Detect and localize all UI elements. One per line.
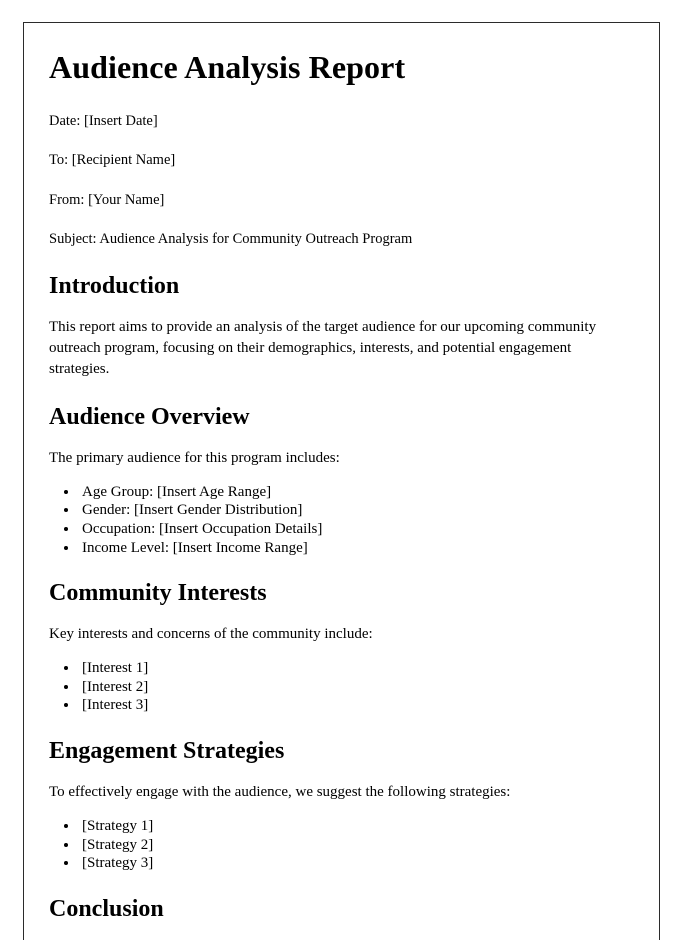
list-item: Income Level: [Insert Income Range] — [79, 539, 634, 558]
list-item: [Strategy 3] — [79, 854, 634, 873]
list-item: [Interest 1] — [79, 659, 634, 678]
bullet-list-community-interests: [Interest 1] [Interest 2] [Interest 3] — [49, 659, 634, 715]
list-item: Age Group: [Insert Age Range] — [79, 483, 634, 502]
metadata-to: To: [Recipient Name] — [49, 152, 176, 169]
list-item: [Interest 3] — [79, 696, 634, 715]
section-heading-engagement-strategies: Engagement Strategies — [49, 738, 285, 765]
section-heading-community-interests: Community Interests — [49, 580, 267, 607]
section-heading-audience-overview: Audience Overview — [49, 403, 250, 430]
section-audience-overview: Audience Overview The primary audience f… — [49, 403, 634, 557]
metadata-date: Date: [Insert Date] — [49, 112, 158, 129]
section-heading-conclusion: Conclusion — [49, 895, 164, 922]
page-title: Audience Analysis Report — [49, 49, 406, 85]
list-item: Gender: [Insert Gender Distribution] — [79, 501, 634, 520]
section-conclusion: Conclusion — [49, 895, 634, 924]
section-engagement-strategies: Engagement Strategies To effectively eng… — [49, 737, 634, 873]
metadata-from: From: [Your Name] — [49, 191, 165, 208]
bullet-list-engagement-strategies: [Strategy 1] [Strategy 2] [Strategy 3] — [49, 817, 634, 873]
document-page: Audience Analysis Report Date: [Insert D… — [23, 22, 660, 940]
section-heading-introduction: Introduction — [49, 273, 180, 300]
list-item: [Interest 2] — [79, 678, 634, 697]
bullet-list-audience-overview: Age Group: [Insert Age Range] Gender: [I… — [49, 483, 634, 557]
section-community-interests: Community Interests Key interests and co… — [49, 579, 634, 715]
document-metadata: Date: [Insert Date] To: [Recipient Name]… — [49, 112, 634, 250]
section-paragraph-audience-overview: The primary audience for this program in… — [49, 449, 340, 466]
metadata-subject: Subject: Audience Analysis for Community… — [49, 231, 413, 248]
section-introduction: Introduction This report aims to provide… — [49, 272, 634, 381]
list-item: [Strategy 1] — [79, 817, 634, 836]
section-paragraph-introduction: This report aims to provide an analysis … — [49, 318, 597, 378]
list-item: [Strategy 2] — [79, 836, 634, 855]
section-paragraph-community-interests: Key interests and concerns of the commun… — [49, 626, 373, 642]
list-item: Occupation: [Insert Occupation Details] — [79, 520, 634, 539]
section-paragraph-engagement-strategies: To effectively engage with the audience,… — [49, 783, 511, 800]
